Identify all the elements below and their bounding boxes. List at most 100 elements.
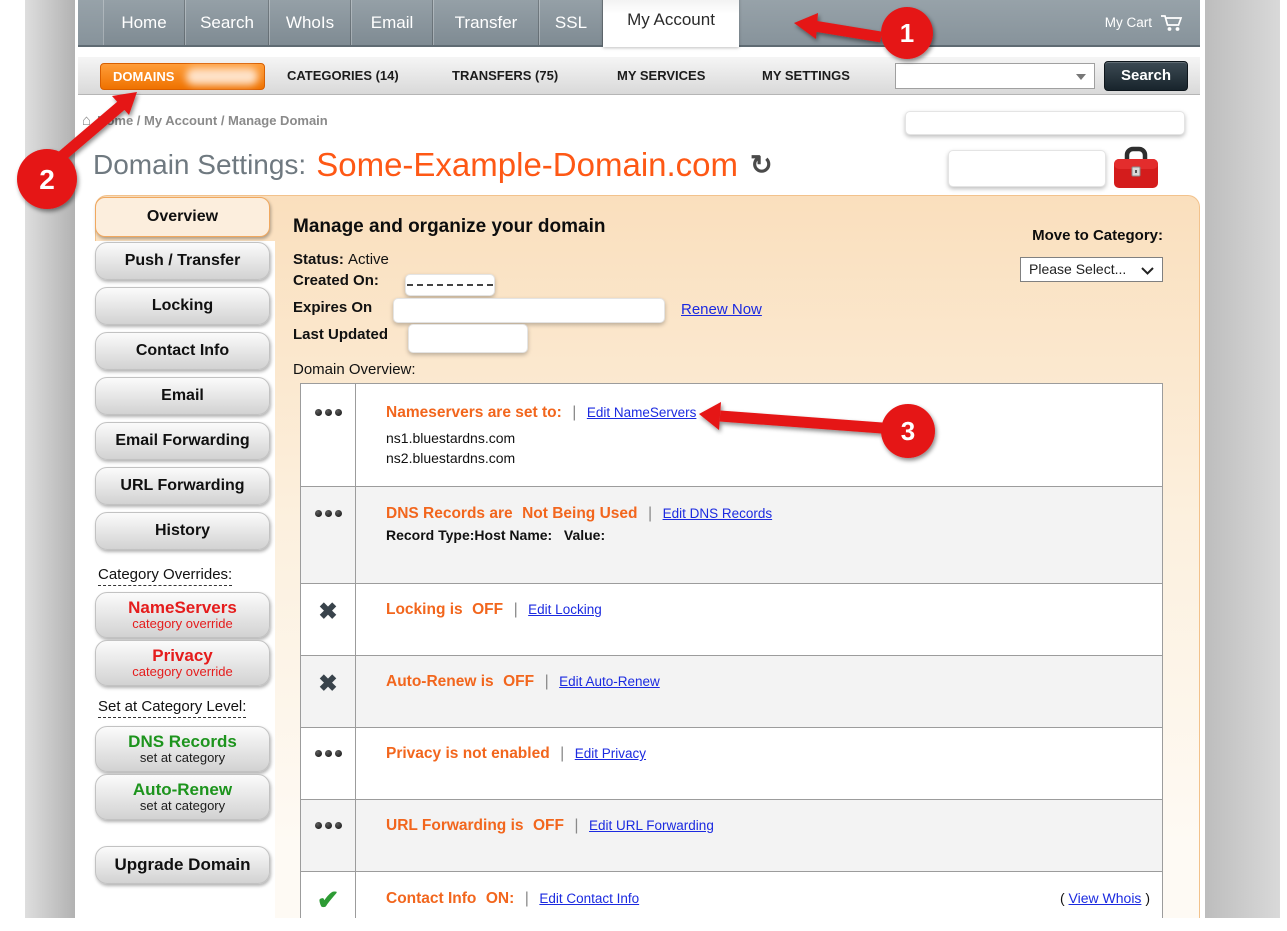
ellipsis-icon	[315, 822, 342, 871]
sidebar-tab-overview[interactable]: Overview	[95, 197, 270, 237]
expires-on-line: Expires On	[293, 299, 372, 316]
dns-record-columns: Record Type:Host Name: Value:	[386, 527, 1162, 543]
sidebar-tab-push-transfer[interactable]: Push / Transfer	[95, 242, 270, 280]
nav-tab-label: My Account	[627, 10, 715, 30]
sidebar-tab-label: Contact Info	[136, 342, 229, 360]
edit-locking-link[interactable]: Edit Locking	[528, 602, 602, 617]
icon-cell: ✖	[301, 656, 356, 727]
nav-tab-label: Search	[200, 13, 254, 33]
ellipsis-icon	[315, 750, 342, 799]
edit-contact-info-link[interactable]: Edit Contact Info	[539, 891, 639, 906]
row-title: Contact Info	[386, 890, 476, 907]
icon-cell	[301, 728, 356, 799]
created-on-line: Created On:	[293, 272, 379, 289]
view-whois: ( View Whois )	[1060, 890, 1150, 906]
my-cart-button[interactable]: My Cart	[1105, 0, 1184, 45]
sidebar-tab-email-forwarding[interactable]: Email Forwarding	[95, 422, 270, 460]
view-whois-link[interactable]: View Whois	[1069, 890, 1142, 906]
search-button[interactable]: Search	[1104, 61, 1188, 91]
table-row-privacy: Privacy is not enabled | Edit Privacy	[301, 728, 1162, 800]
sidebar-tab-label: History	[155, 522, 210, 540]
refresh-icon[interactable]: ↻	[750, 150, 773, 181]
subnav-transfers[interactable]: TRANSFERS (75)	[452, 57, 558, 95]
sidebar-button-nameservers-override[interactable]: NameServers category override	[95, 592, 270, 638]
ellipsis-icon	[315, 510, 342, 583]
toolbox-icon[interactable]	[1112, 146, 1160, 190]
x-icon: ✖	[318, 672, 337, 727]
sub-navigation: DOMAINS CATEGORIES (14) TRANSFERS (75) M…	[78, 57, 1200, 95]
nav-tab-label: SSL	[555, 13, 587, 33]
set-at-category-label: Set at Category Level:	[98, 698, 246, 718]
label-text: Move to Category:	[1032, 227, 1163, 244]
separator: |	[545, 673, 549, 690]
separator: |	[560, 745, 564, 762]
icon-cell	[301, 384, 356, 486]
row-content: Nameservers are set to: | Edit NameServe…	[356, 384, 1162, 486]
edit-nameservers-link[interactable]: Edit NameServers	[587, 405, 697, 420]
nav-tab-email[interactable]: Email	[351, 0, 433, 45]
button-title: NameServers	[128, 599, 237, 617]
nav-tab-transfer[interactable]: Transfer	[433, 0, 539, 45]
nameserver-value: ns2.bluestardns.com	[386, 448, 1162, 468]
edit-url-forwarding-link[interactable]: Edit URL Forwarding	[589, 818, 714, 833]
sidebar-tab-email[interactable]: Email	[95, 377, 270, 415]
status-label: Status:	[293, 251, 344, 268]
nav-tab-ssl[interactable]: SSL	[539, 0, 603, 45]
row-status: Not Being Used	[522, 505, 637, 522]
sidebar-button-auto-renew-category[interactable]: Auto-Renew set at category	[95, 774, 270, 820]
domain-search-combobox[interactable]	[895, 63, 1095, 89]
edit-privacy-link[interactable]: Edit Privacy	[575, 746, 646, 761]
my-cart-label: My Cart	[1105, 15, 1152, 30]
row-status: OFF	[503, 673, 534, 690]
icon-cell	[301, 800, 356, 871]
sidebar-tab-label: Upgrade Domain	[114, 855, 250, 875]
sidebar-tab-label: Locking	[152, 297, 213, 315]
sidebar-tab-locking[interactable]: Locking	[95, 287, 270, 325]
subnav-my-services[interactable]: MY SERVICES	[617, 57, 705, 95]
table-row-contact-info: ✔ Contact Info ON: | Edit Contact Info (…	[301, 872, 1162, 918]
nav-tab-home[interactable]: Home	[103, 0, 185, 45]
sidebar-tab-label: Email	[161, 387, 204, 405]
button-subtitle: set at category	[140, 799, 225, 813]
nav-tab-label: Email	[371, 13, 414, 33]
table-row-url-forwarding: URL Forwarding is OFF | Edit URL Forward…	[301, 800, 1162, 872]
breadcrumb[interactable]: ⌂ Home / My Account / Manage Domain	[82, 112, 328, 129]
nav-tab-label: WhoIs	[286, 13, 334, 33]
separator: |	[574, 817, 578, 834]
icon-cell: ✖	[301, 584, 356, 655]
renew-now-link[interactable]: Renew Now	[681, 301, 762, 318]
sidebar-tab-label: Email Forwarding	[115, 432, 249, 450]
label-text: Set at Category Level:	[98, 698, 246, 715]
nav-tab-search[interactable]: Search	[185, 0, 269, 45]
domain-overview-table: Nameservers are set to: | Edit NameServe…	[300, 383, 1163, 918]
redacted-value-box	[905, 111, 1185, 135]
table-row-auto-renew: ✖ Auto-Renew is OFF | Edit Auto-Renew	[301, 656, 1162, 728]
nav-tab-my-account[interactable]: My Account	[603, 0, 739, 47]
table-row-locking: ✖ Locking is OFF | Edit Locking	[301, 584, 1162, 656]
home-icon: ⌂	[82, 112, 91, 129]
subnav-domains-button[interactable]: DOMAINS	[100, 63, 265, 90]
nav-spacer	[78, 0, 103, 45]
sidebar-button-upgrade-domain[interactable]: Upgrade Domain	[95, 846, 270, 884]
sidebar-tab-url-forwarding[interactable]: URL Forwarding	[95, 467, 270, 505]
sidebar-button-dns-records-category[interactable]: DNS Records set at category	[95, 726, 270, 772]
subnav-my-settings[interactable]: MY SETTINGS	[762, 57, 850, 95]
edit-dns-records-link[interactable]: Edit DNS Records	[663, 506, 773, 521]
domain-name: Some-Example-Domain.com	[316, 146, 738, 184]
subnav-categories[interactable]: CATEGORIES (14)	[287, 57, 399, 95]
sidebar-tab-history[interactable]: History	[95, 512, 270, 550]
right-margin-strip	[1205, 0, 1280, 918]
sidebar-tab-contact-info[interactable]: Contact Info	[95, 332, 270, 370]
table-row-dns-records: DNS Records are Not Being Used | Edit DN…	[301, 487, 1162, 584]
edit-auto-renew-link[interactable]: Edit Auto-Renew	[559, 674, 660, 689]
sidebar-button-privacy-override[interactable]: Privacy category override	[95, 640, 270, 686]
subnav-label: CATEGORIES (14)	[287, 68, 399, 83]
nav-tab-whois[interactable]: WhoIs	[269, 0, 351, 45]
sidebar-tab-label: URL Forwarding	[120, 477, 244, 495]
nameserver-value: ns1.bluestardns.com	[386, 428, 1162, 448]
row-title: Locking is	[386, 601, 463, 618]
label-text: Domain Overview:	[293, 361, 416, 378]
move-to-category-select[interactable]: Please Select...	[1020, 257, 1163, 282]
redacted-value-box	[408, 324, 528, 353]
button-subtitle: category override	[132, 617, 232, 631]
